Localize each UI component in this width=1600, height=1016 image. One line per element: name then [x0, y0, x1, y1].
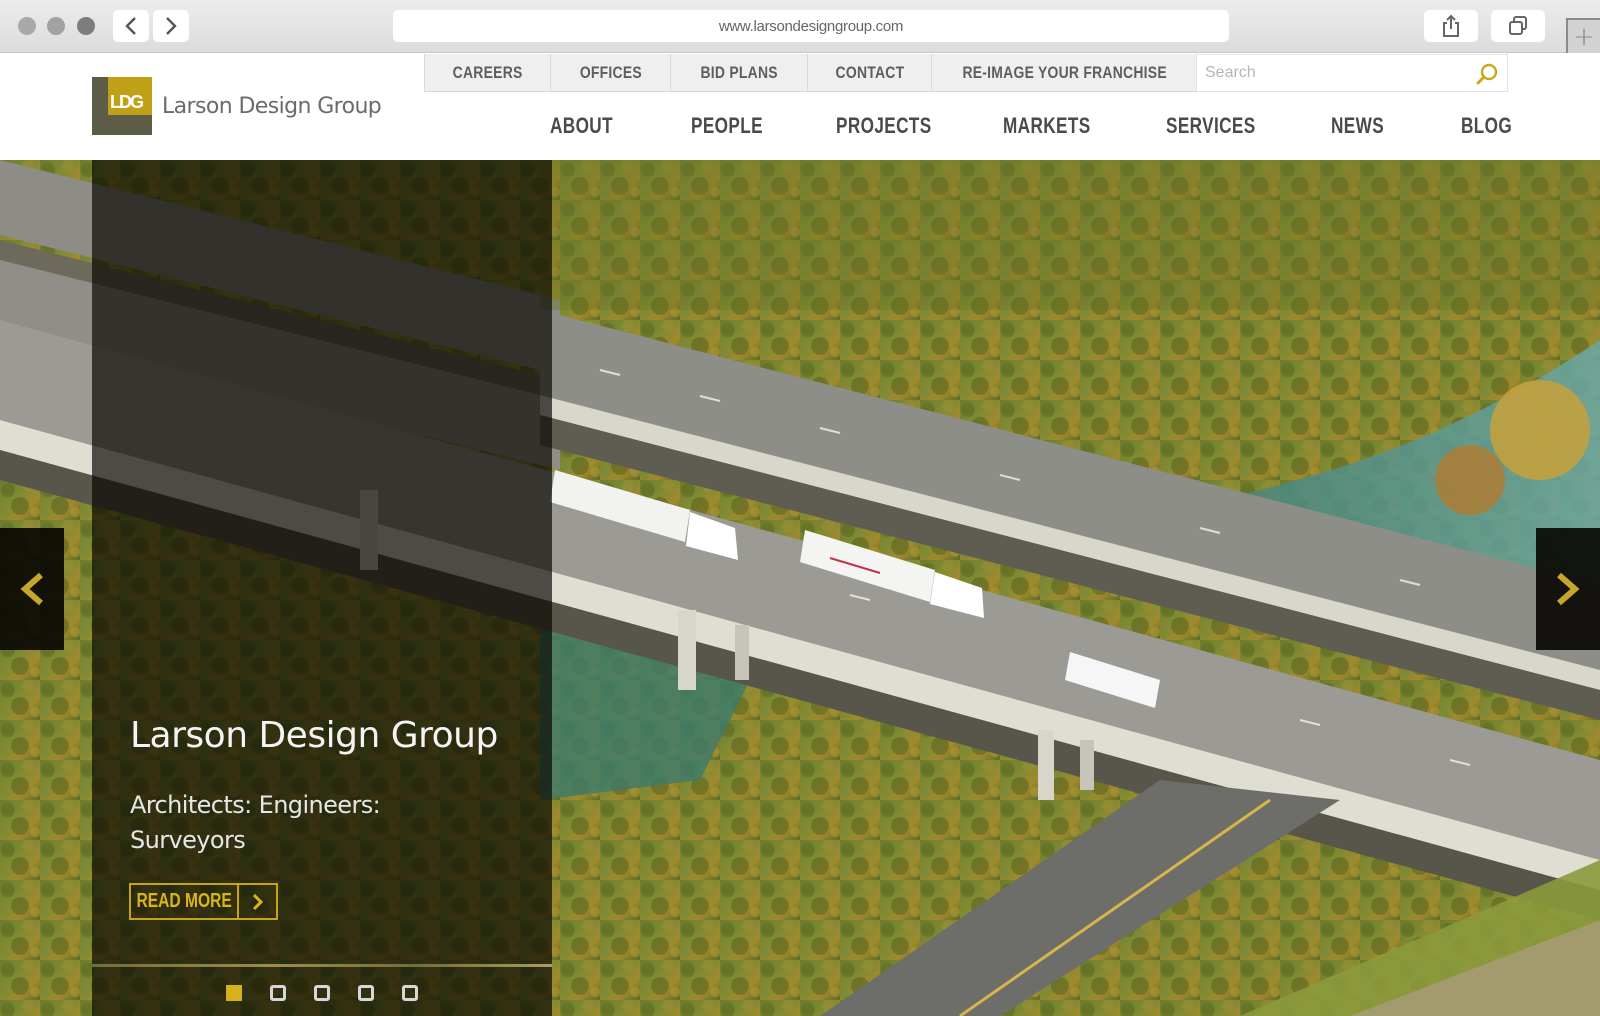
- slide-dot-2[interactable]: [270, 985, 286, 1001]
- slide-dot-5[interactable]: [402, 985, 418, 1001]
- window-zoom-button[interactable]: [77, 17, 95, 35]
- hero-slider: Larson Design Group Architects: Engineer…: [0, 160, 1600, 1016]
- slide-pagination: [226, 985, 418, 1001]
- main-nav: ABOUT PEOPLE PROJECTS MARKETS SERVICES N…: [0, 108, 1600, 144]
- plus-icon: +: [1573, 21, 1595, 52]
- slide-dot-1[interactable]: [226, 985, 242, 1001]
- utility-nav-contact[interactable]: CONTACT: [808, 54, 932, 91]
- slide-dot-4[interactable]: [358, 985, 374, 1001]
- slide-dot-3[interactable]: [314, 985, 330, 1001]
- browser-forward-button[interactable]: [153, 10, 189, 42]
- read-more-button[interactable]: READ MORE: [129, 883, 278, 920]
- slider-prev-button[interactable]: [0, 528, 64, 650]
- browser-back-button[interactable]: [113, 10, 149, 42]
- tab-overview-button[interactable]: [1491, 10, 1545, 42]
- address-bar[interactable]: www.larsondesigngroup.com: [393, 10, 1229, 42]
- hero-subtitle: Architects: Engineers: Surveyors: [130, 791, 381, 854]
- main-nav-people[interactable]: PEOPLE: [691, 108, 763, 144]
- main-nav-services[interactable]: SERVICES: [1166, 108, 1256, 144]
- read-more-label: READ MORE: [136, 890, 232, 912]
- main-nav-markets[interactable]: MARKETS: [1003, 108, 1091, 144]
- main-nav-news[interactable]: NEWS: [1331, 108, 1384, 144]
- site-header: LDG Larson Design Group CAREERS OFFICES …: [0, 54, 1600, 160]
- chevron-left-icon: [125, 17, 136, 35]
- browser-toolbar: www.larsondesigngroup.com +: [0, 0, 1600, 53]
- caption-divider: [92, 964, 552, 967]
- search-icon[interactable]: [1475, 62, 1499, 86]
- search-input[interactable]: [1205, 64, 1465, 82]
- hero-title: Larson Design Group: [130, 715, 498, 756]
- chevron-left-icon: [20, 572, 43, 606]
- window-close-button[interactable]: [18, 17, 36, 35]
- window-minimize-button[interactable]: [47, 17, 65, 35]
- share-button[interactable]: [1424, 10, 1478, 42]
- utility-nav-reimage-franchise[interactable]: RE-IMAGE YOUR FRANCHISE: [932, 54, 1197, 91]
- tabs-overview-icon: [1509, 16, 1527, 35]
- chevron-right-icon: [252, 893, 263, 910]
- utility-nav-offices[interactable]: OFFICES: [551, 54, 671, 91]
- slider-next-button[interactable]: [1536, 528, 1600, 650]
- new-tab-button[interactable]: +: [1566, 18, 1600, 53]
- share-icon: [1443, 14, 1459, 37]
- chevron-right-icon: [1557, 572, 1580, 606]
- main-nav-about[interactable]: ABOUT: [550, 108, 613, 144]
- utility-nav-bid-plans[interactable]: BID PLANS: [671, 54, 808, 91]
- utility-nav-careers[interactable]: CAREERS: [425, 54, 551, 91]
- chevron-right-icon: [166, 17, 177, 35]
- utility-nav: CAREERS OFFICES BID PLANS CONTACT RE-IMA…: [424, 54, 1198, 92]
- main-nav-projects[interactable]: PROJECTS: [836, 108, 932, 144]
- search-box: [1196, 54, 1508, 92]
- main-nav-blog[interactable]: BLOG: [1461, 108, 1512, 144]
- url-text: www.larsondesigngroup.com: [718, 17, 904, 35]
